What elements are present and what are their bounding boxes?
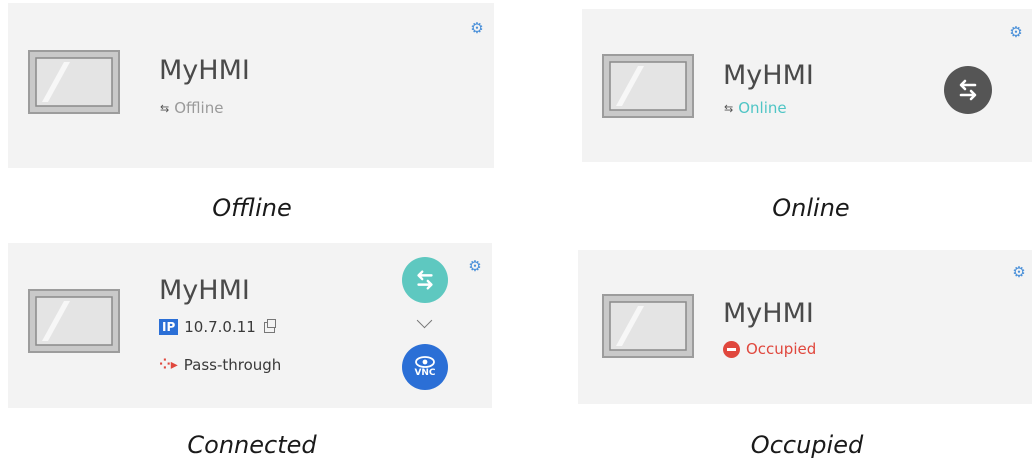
status-line: Occupied xyxy=(723,340,816,358)
status-line: ⇆ Offline xyxy=(160,99,223,117)
status-text: Online xyxy=(738,99,787,117)
monitor-icon xyxy=(602,294,694,358)
status-text: Occupied xyxy=(746,340,817,358)
device-card-offline[interactable]: MyHMI ⇆ Offline ⚙ xyxy=(8,3,494,168)
passthrough-icon: ⁘▸ xyxy=(159,357,178,373)
device-name: MyHMI xyxy=(723,298,814,329)
vnc-button[interactable]: VNC xyxy=(402,344,448,390)
device-card-occupied[interactable]: MyHMI Occupied ⚙ xyxy=(578,250,1032,404)
ip-icon: IP xyxy=(159,319,179,335)
copy-icon[interactable] xyxy=(263,318,276,333)
vnc-label: VNC xyxy=(414,368,436,378)
connect-arrows-icon xyxy=(417,270,433,290)
mode-text: Pass-through xyxy=(183,356,282,374)
gear-icon[interactable]: ⚙ xyxy=(1012,265,1026,280)
link-icon: ⇆ xyxy=(160,101,169,115)
device-name: MyHMI xyxy=(159,275,250,306)
gear-icon[interactable]: ⚙ xyxy=(470,21,484,36)
chevron-down-icon[interactable] xyxy=(416,312,433,329)
monitor-icon xyxy=(28,50,120,114)
device-name: MyHMI xyxy=(723,60,814,91)
device-card-online[interactable]: MyHMI ⇆ Online ⚙ xyxy=(582,9,1032,162)
connect-button[interactable] xyxy=(944,66,992,114)
ip-address: 10.7.0.11 xyxy=(184,318,256,336)
caption-occupied: Occupied xyxy=(750,431,864,459)
caption-connected: Connected xyxy=(187,431,317,459)
mode-line: ⁘▸ Pass-through xyxy=(159,356,281,374)
occupied-icon xyxy=(723,340,740,358)
status-text: Offline xyxy=(174,99,224,117)
connect-arrows-icon xyxy=(959,79,977,101)
device-name: MyHMI xyxy=(159,55,250,86)
ip-line: IP 10.7.0.11 xyxy=(159,318,276,336)
monitor-icon xyxy=(28,289,120,353)
vnc-eye-icon xyxy=(415,356,435,368)
gear-icon[interactable]: ⚙ xyxy=(1009,25,1023,40)
device-card-connected[interactable]: MyHMI IP 10.7.0.11 ⁘▸ Pass-through VNC ⚙ xyxy=(8,243,492,408)
caption-online: Online xyxy=(772,194,850,222)
monitor-icon xyxy=(602,54,694,118)
caption-offline: Offline xyxy=(212,194,292,222)
gear-icon[interactable]: ⚙ xyxy=(468,259,482,274)
connect-button[interactable] xyxy=(402,257,448,303)
status-line: ⇆ Online xyxy=(724,99,787,117)
link-icon: ⇆ xyxy=(724,101,733,115)
